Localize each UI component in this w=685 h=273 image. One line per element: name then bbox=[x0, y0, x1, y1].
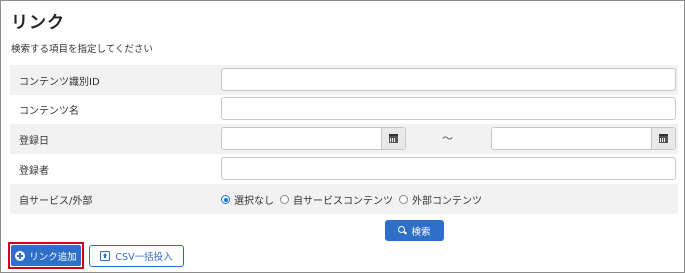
service-type-radio-group: 選択なし 自サービスコンテンツ 外部コンテンツ bbox=[221, 192, 488, 207]
date-range-separator: ～ bbox=[442, 132, 453, 145]
form-row-content-id: コンテンツ識別ID bbox=[10, 65, 678, 95]
content-name-label: コンテンツ名 bbox=[19, 106, 79, 117]
content-name-input[interactable] bbox=[221, 97, 676, 120]
service-type-label: 自サービス/外部 bbox=[19, 196, 93, 207]
add-link-label: リンク追加 bbox=[29, 251, 77, 263]
calendar-to-button[interactable] bbox=[651, 128, 675, 149]
calendar-icon bbox=[389, 134, 398, 143]
csv-import-button[interactable]: CSV一括投入 bbox=[89, 245, 184, 267]
registration-date-to-input[interactable] bbox=[492, 128, 652, 149]
upload-icon bbox=[100, 251, 111, 261]
form-row-registrant: 登録者 bbox=[10, 154, 678, 184]
registrant-input[interactable] bbox=[221, 157, 676, 180]
calendar-icon bbox=[659, 134, 668, 143]
radio-option-none[interactable]: 選択なし bbox=[221, 192, 274, 207]
radio-button[interactable] bbox=[221, 195, 230, 204]
plus-circle-icon bbox=[15, 250, 26, 261]
radio-option-label: 選択なし bbox=[234, 196, 274, 207]
search-button[interactable]: 検索 bbox=[385, 220, 444, 241]
csv-import-label: CSV一括投入 bbox=[115, 252, 173, 263]
form-row-registration-date: 登録日 ～ bbox=[10, 124, 678, 154]
radio-button[interactable] bbox=[399, 195, 408, 204]
form-row-content-name: コンテンツ名 bbox=[10, 94, 678, 124]
registrant-label: 登録者 bbox=[19, 166, 49, 177]
search-icon bbox=[398, 226, 407, 235]
add-link-button[interactable]: リンク追加 bbox=[11, 245, 81, 266]
radio-option-own-service[interactable]: 自サービスコンテンツ bbox=[280, 192, 393, 207]
page-description: 検索する項目を指定してください bbox=[11, 44, 153, 55]
content-id-input[interactable] bbox=[221, 68, 676, 91]
radio-option-label: 自サービスコンテンツ bbox=[293, 196, 393, 207]
radio-option-label: 外部コンテンツ bbox=[412, 196, 482, 207]
calendar-from-button[interactable] bbox=[381, 128, 405, 149]
registration-date-from bbox=[221, 127, 406, 150]
window-frame: リンク 検索する項目を指定してください コンテンツ識別ID コンテンツ名 登録日… bbox=[0, 0, 685, 273]
radio-button[interactable] bbox=[280, 195, 289, 204]
content-id-label: コンテンツ識別ID bbox=[19, 77, 100, 88]
registration-date-from-input[interactable] bbox=[222, 128, 382, 149]
registration-date-label: 登録日 bbox=[19, 136, 49, 147]
radio-option-external[interactable]: 外部コンテンツ bbox=[399, 192, 482, 207]
registration-date-to bbox=[491, 127, 676, 150]
form-row-service-type: 自サービス/外部 選択なし 自サービスコンテンツ 外部コンテンツ bbox=[10, 184, 678, 214]
search-button-label: 検索 bbox=[411, 226, 431, 238]
page-title: リンク bbox=[11, 13, 65, 33]
